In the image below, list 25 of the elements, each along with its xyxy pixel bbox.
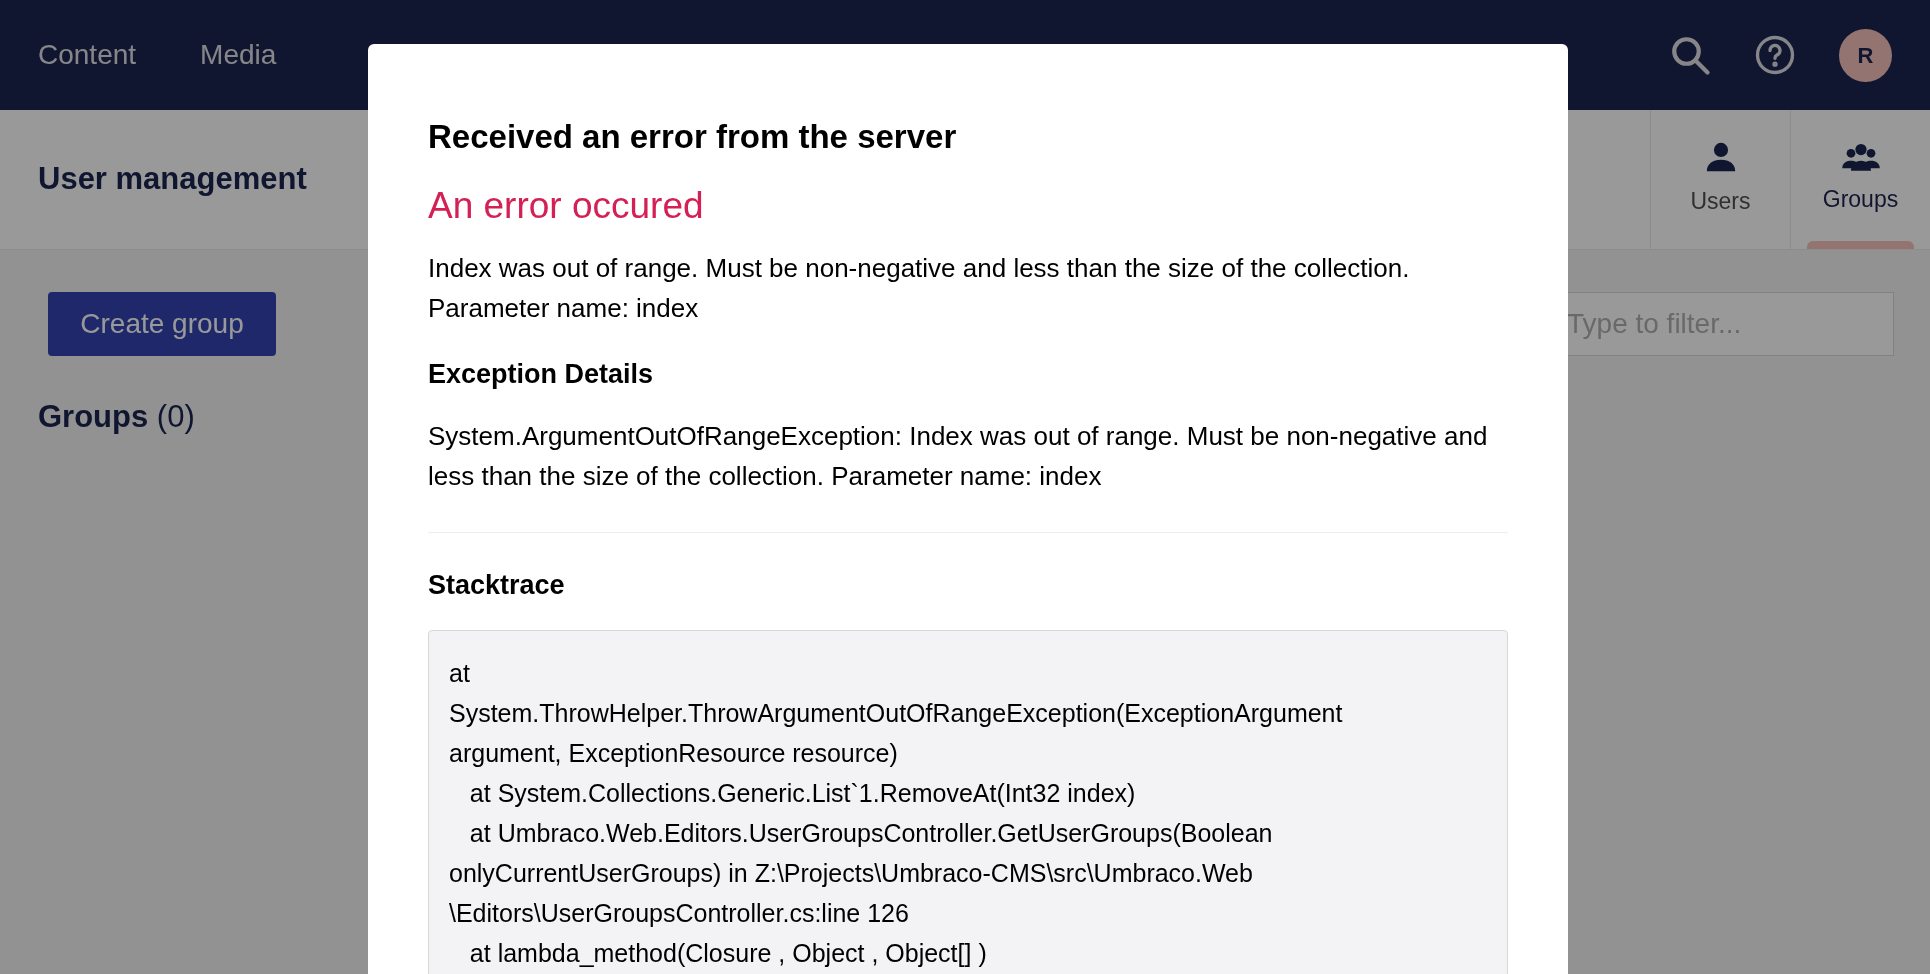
error-message: Index was out of range. Must be non-negative and less than the size of the collection. Parameter name: index (428, 251, 1411, 325)
exception-details: System.ArgumentOutOfRangeException: Index was out of range. Must be non-negative and less than the size of the collection. Parameter name: index (428, 420, 1489, 493)
stacktrace-heading: Stacktrace (428, 569, 566, 602)
stacktrace-line: System.ThrowHelper.ThrowArgumentOutOfRangeException(ExceptionArgument (449, 697, 1343, 729)
help-icon[interactable] (1755, 35, 1795, 75)
stacktrace-line: onlyCurrentUserGroups) in Z:\Projects\Umbraco-CMS\src\Umbraco.Web (449, 857, 1253, 889)
stacktrace-line: at (449, 657, 470, 689)
details-heading: Exception Details (428, 357, 655, 391)
tab[interactable]: Groups (1790, 110, 1930, 249)
stacktrace-line: at lambda_method(Closure , Object , Object[] ) (468, 937, 987, 969)
stacktrace-line: \Editors\UserGroupsController.cs:line 126 (449, 897, 909, 929)
search-icon[interactable] (1669, 34, 1711, 76)
dialog-title: Received an error from the server (428, 117, 958, 157)
groups-heading: Groups (0) (38, 399, 195, 434)
users-icon (1841, 142, 1880, 173)
page-title: User management (37, 160, 307, 199)
user-avatar[interactable]: R (1839, 28, 1892, 82)
stacktrace-line: at Umbraco.Web.Editors.UserGroupsController.GetUserGroups(Boolean (468, 817, 1273, 849)
create-group-button[interactable]: Create group (48, 292, 276, 356)
nav-link[interactable]: Content (38, 34, 137, 76)
nav-link[interactable]: Media (200, 34, 277, 76)
stacktrace-line: at System.Collections.Generic.List`1.RemoveAt(Int32 index) (468, 777, 1136, 809)
tab[interactable]: Users (1650, 110, 1790, 249)
stacktrace-line: argument, ExceptionResource resource) (449, 737, 898, 769)
error-heading: An error occured (428, 184, 705, 229)
